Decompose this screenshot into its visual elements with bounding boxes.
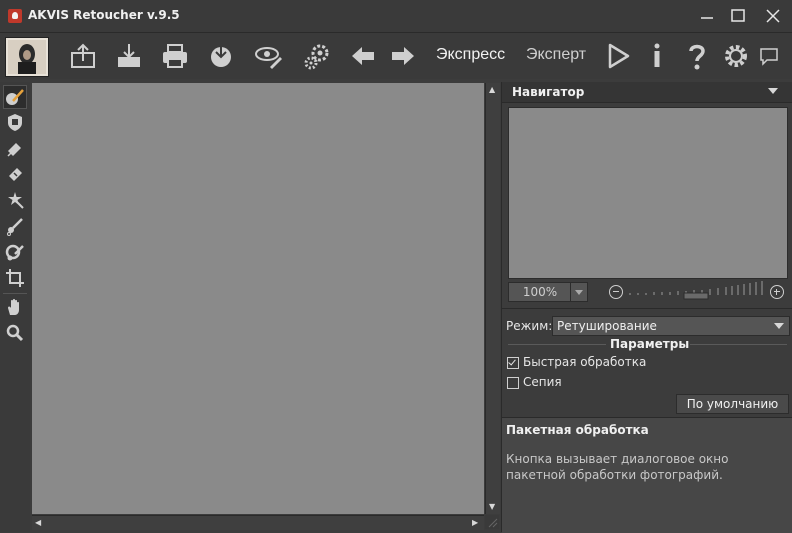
comment-button[interactable] [758,45,780,67]
sepia-checkbox[interactable] [507,377,519,389]
scroll-left-arrow-icon[interactable]: ◀ [35,518,41,528]
preferences-button[interactable] [251,39,287,73]
mode-label: Режим: [506,319,553,333]
navigator-header[interactable]: Навигатор [502,82,792,103]
run-button[interactable] [600,39,636,73]
tool-hand[interactable] [3,295,27,319]
params-title: Параметры [610,337,690,351]
open-image-icon [71,43,95,68]
main-toolbar: Экспресс Эксперт [0,33,792,79]
info-icon [654,43,660,67]
hint-area: Пакетная обработка Кнопка вызывает диало… [502,417,792,533]
params-divider-left [508,344,606,345]
save-button[interactable] [111,39,147,73]
preferences-eye-icon [255,47,282,69]
sepia-label[interactable]: Сепия [523,375,562,389]
comment-icon [760,48,778,66]
tool-clone-stamp[interactable] [3,214,27,238]
tool-magic-wand[interactable] [3,188,27,212]
tools-panel [0,82,30,532]
navigator-preview[interactable] [508,107,788,279]
tool-selection[interactable] [3,110,27,134]
share-icon [211,44,231,67]
hint-title: Пакетная обработка [506,423,649,437]
portrait-thumbnail-icon [8,40,46,74]
undo-arrow-icon [352,47,374,65]
image-canvas[interactable] [32,83,484,514]
scroll-up-arrow-icon[interactable]: ▲ [489,85,495,95]
minimize-button[interactable] [696,6,718,26]
akvis-logo-icon [5,37,49,77]
selection-mask-icon [8,114,22,131]
maximize-icon [731,9,745,22]
hint-description: Кнопка вызывает диалоговое окно пакетной… [506,452,729,482]
horizontal-scrollbar[interactable]: ◀ ▶ [32,515,484,530]
clone-stamp-icon [7,218,23,236]
fast-processing-checkbox[interactable] [507,357,519,369]
params-divider-right [690,344,787,345]
tab-express[interactable]: Экспресс [436,46,505,64]
navigator-title: Навигатор [512,85,585,99]
batch-button[interactable] [299,39,335,73]
tool-eraser[interactable] [3,136,27,160]
print-icon [163,44,187,68]
retouch-brush-icon [6,89,24,105]
chameleon-icon [5,244,24,261]
mode-select[interactable]: Ретуширование [552,316,790,336]
zoom-slider[interactable] [628,278,766,300]
tool-retouch-brush[interactable] [3,85,27,109]
share-button[interactable] [203,39,239,73]
collapse-arrow-icon[interactable] [768,88,778,94]
patch-icon [9,168,22,181]
eraser-icon [7,143,21,157]
zoom-dropdown-button[interactable] [570,282,588,302]
zoom-slider-thumb[interactable] [683,292,709,300]
redo-arrow-icon [392,47,414,65]
window-title: AKVIS Retoucher v.9.5 [28,8,180,22]
app-logo-icon [8,9,22,23]
resize-grip[interactable] [485,515,499,529]
chevron-down-icon [774,323,784,329]
vertical-scrollbar[interactable]: ▲ ▼ [485,83,500,514]
save-image-icon [118,44,140,67]
maximize-button[interactable] [727,6,749,26]
tool-chameleon[interactable] [3,240,27,264]
close-button[interactable] [762,6,784,26]
resize-grip-icon [488,518,498,528]
zoom-field[interactable]: 100% [508,282,572,302]
redo-button[interactable] [385,39,421,73]
fast-processing-label[interactable]: Быстрая обработка [523,355,646,369]
print-button[interactable] [157,39,193,73]
tab-expert[interactable]: Эксперт [526,46,586,64]
help-icon [689,44,705,70]
scroll-down-arrow-icon[interactable]: ▼ [489,502,495,512]
batch-gears-icon [304,44,329,70]
undo-button[interactable] [345,39,381,73]
tool-crop[interactable] [3,266,27,290]
open-button[interactable] [65,39,101,73]
title-bar: AKVIS Retoucher v.9.5 [0,0,792,33]
settings-icon [725,45,747,67]
hand-icon [8,298,19,315]
run-icon [608,43,630,69]
info-button[interactable] [639,39,675,73]
crop-icon [6,269,24,287]
settings-button[interactable] [718,39,754,73]
tool-patch[interactable] [3,162,27,186]
close-icon [766,9,780,23]
tools-divider [3,293,27,294]
section-divider [502,308,792,309]
mode-select-value: Ретуширование [557,319,657,333]
zoom-icon [6,324,24,342]
magic-wand-icon [8,192,24,209]
zoom-in-icon[interactable] [770,285,784,299]
tool-zoom[interactable] [3,321,27,345]
zoom-out-icon[interactable] [609,285,623,299]
default-button[interactable]: По умолчанию [676,394,789,414]
help-button[interactable] [679,39,715,73]
scroll-right-arrow-icon[interactable]: ▶ [472,518,478,528]
settings-panel: Навигатор 100% Режим: Ретуширование Пара… [501,82,792,533]
minimize-icon [701,17,713,19]
